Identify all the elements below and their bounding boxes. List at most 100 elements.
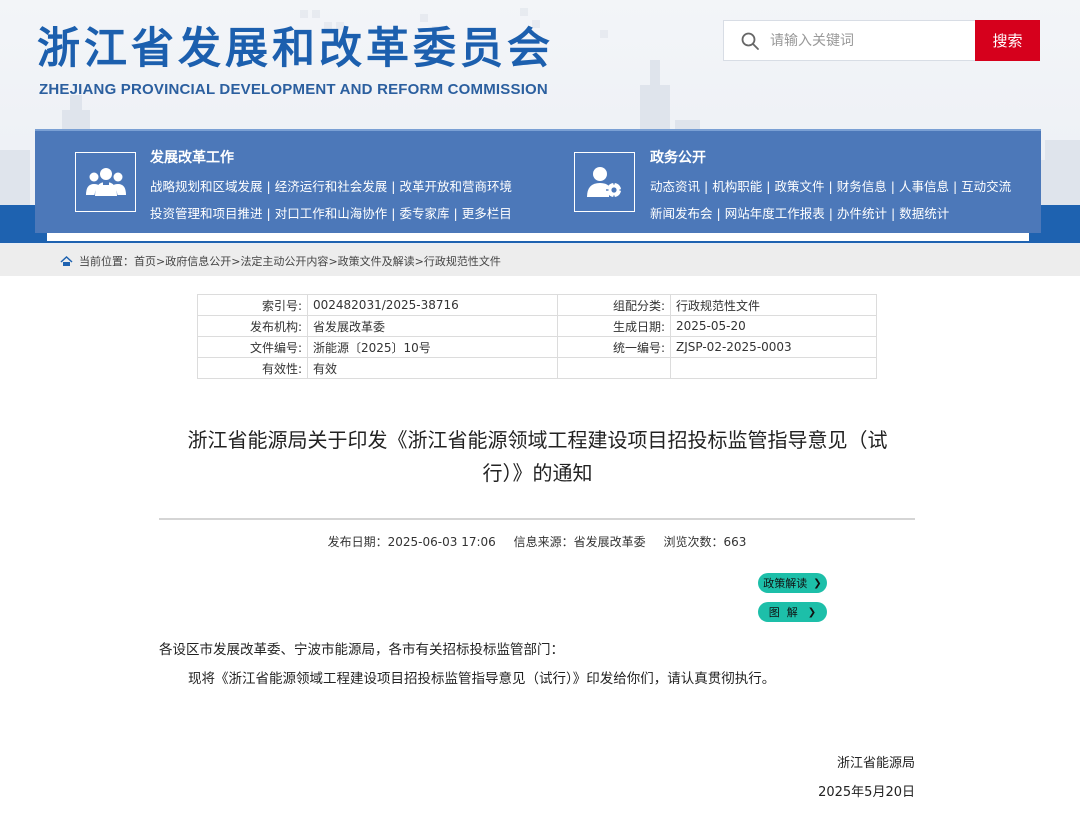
nav-line: 战略规划和区域发展 | 经济运行和社会发展 | 改革开放和营商环境 — [150, 176, 512, 195]
graphic-interpretation-button[interactable]: 图 解 ❯ — [758, 602, 827, 622]
breadcrumb-separator: > — [328, 254, 338, 268]
nav-group-icon-box[interactable] — [75, 152, 136, 212]
nav-link[interactable]: 改革开放和营商环境 — [399, 179, 512, 194]
meta-key: 索引号: — [197, 294, 308, 316]
user-gear-icon — [586, 167, 622, 198]
nav-link[interactable]: 新闻发布会 — [650, 206, 713, 221]
search-input[interactable] — [770, 32, 960, 49]
info-source: 信息来源：省发展改革委 — [513, 535, 646, 549]
policy-interpretation-label: 政策解读 — [763, 577, 808, 590]
meta-value: 省发展改革委 — [307, 315, 558, 337]
nav-link[interactable]: 投资管理和项目推进 — [150, 206, 263, 221]
nav-separator: | — [828, 206, 833, 221]
nav-link[interactable]: 机构职能 — [712, 179, 762, 194]
meta-key: 文件编号: — [197, 336, 308, 358]
breadcrumb-separator: > — [414, 254, 424, 268]
nav-separator: | — [716, 206, 721, 221]
article-body: 现将《浙江省能源领域工程建设项目招投标监管指导意见（试行）》印发给你们，请认真贯… — [188, 671, 776, 687]
breadcrumb-item-public-content[interactable]: 法定主动公开内容 — [240, 253, 328, 269]
nav-separator: | — [766, 179, 771, 194]
nav-group-title[interactable]: 政务公开 — [650, 147, 706, 167]
nav-group-reform-work: 发展改革工作 战略规划和区域发展 | 经济运行和社会发展 | 改革开放和营商环境 投资管… — [35, 131, 535, 235]
meta-value: 002482031/2025-38716 — [307, 294, 558, 316]
nav-panel-underline — [47, 233, 1029, 241]
nav-link[interactable]: 战略规划和区域发展 — [150, 179, 263, 194]
breadcrumb: 当前位置： 首页 > 政府信息公开 > 法定主动公开内容 > 政策文件及解读 > 行政规… — [60, 253, 501, 269]
people-icon — [85, 168, 126, 196]
nav-link[interactable]: 数据统计 — [899, 206, 949, 221]
document-meta-table: 索引号: 002482031/2025-38716 组配分类: 行政规范性文件 … — [197, 294, 877, 379]
breadcrumb-item-home[interactable]: 首页 — [134, 253, 156, 269]
table-row: 有效性: 有效 — [197, 357, 877, 379]
nav-link[interactable]: 网站年度工作报表 — [725, 206, 825, 221]
meta-key: 有效性: — [197, 357, 308, 379]
meta-value: 浙能源〔2025〕10号 — [307, 336, 558, 358]
breadcrumb-separator: > — [156, 254, 166, 268]
nav-link[interactable]: 经济运行和社会发展 — [275, 179, 388, 194]
meta-value: 行政规范性文件 — [670, 294, 877, 316]
nav-link[interactable]: 人事信息 — [899, 179, 949, 194]
nav-separator: | — [453, 206, 458, 221]
meta-key — [557, 357, 671, 379]
breadcrumb-label: 当前位置： — [79, 255, 134, 268]
table-row: 文件编号: 浙能源〔2025〕10号 统一编号: ZJSP-02-2025-00… — [197, 336, 877, 358]
nav-separator: | — [952, 179, 958, 194]
nav-link[interactable]: 更多栏目 — [462, 206, 512, 221]
breadcrumb-bar: 当前位置： 首页 > 政府信息公开 > 法定主动公开内容 > 政策文件及解读 > 行政规… — [0, 245, 1080, 276]
article-title: 浙江省能源局关于印发《浙江省能源领域工程建设项目招投标监管指导意见（试 行）》的… — [160, 424, 915, 490]
search-icon — [741, 32, 759, 50]
breadcrumb-separator: > — [231, 254, 241, 268]
meta-value: 有效 — [307, 357, 558, 379]
breadcrumb-item-gov-info[interactable]: 政府信息公开 — [165, 253, 231, 269]
sign-date: 2025年5月20日 — [818, 785, 915, 800]
article-title-line: 浙江省能源局关于印发《浙江省能源领域工程建设项目招投标监管指导意见（试 — [187, 428, 888, 452]
table-row: 索引号: 002482031/2025-38716 组配分类: 行政规范性文件 — [197, 294, 877, 316]
search-box — [723, 20, 976, 61]
meta-value: ZJSP-02-2025-0003 — [670, 336, 877, 358]
nav-group-title[interactable]: 发展改革工作 — [150, 147, 234, 167]
meta-value — [670, 357, 877, 379]
publish-date: 发布日期：2025-06-03 17:06 — [327, 535, 496, 549]
nav-separator: | — [266, 206, 271, 221]
article-title-line: 行）》的通知 — [482, 461, 593, 485]
nav-line: 动态资讯 | 机构职能 | 政策文件 | 财务信息 | 人事信息 | 互动交流 — [650, 176, 1011, 195]
breadcrumb-item-policy-docs[interactable]: 政策文件及解读 — [338, 253, 415, 269]
breadcrumb-item-normative-docs[interactable]: 行政规范性文件 — [424, 253, 501, 269]
graphic-interpretation-label: 图 解 — [768, 606, 798, 619]
nav-link[interactable]: 政策文件 — [774, 179, 824, 194]
nav-separator: | — [391, 179, 396, 194]
view-count: 浏览次数：663 — [663, 535, 747, 549]
table-row: 发布机构: 省发展改革委 生成日期: 2025-05-20 — [197, 315, 877, 337]
nav-link[interactable]: 办件统计 — [837, 206, 887, 221]
nav-line: 新闻发布会 | 网站年度工作报表 | 办件统计 | 数据统计 — [650, 203, 949, 222]
article-salutation: 各设区市发展改革委、宁波市能源局，各市有关招标投标监管部门： — [159, 642, 564, 658]
chevron-right-icon: ❯ — [813, 577, 822, 589]
signer: 浙江省能源局 — [836, 756, 915, 771]
nav-link[interactable]: 委专家库 — [399, 206, 449, 221]
article-meta: 发布日期：2025-06-03 17:06 信息来源：省发展改革委 浏览次数：6… — [159, 533, 915, 550]
nav-group-icon-box[interactable] — [574, 152, 635, 212]
meta-key: 生成日期: — [557, 315, 671, 337]
nav-separator: | — [890, 206, 896, 221]
site-title[interactable]: 浙江省发展和改革委员会 — [37, 14, 554, 76]
title-divider — [159, 518, 915, 520]
home-icon — [60, 255, 73, 266]
policy-interpretation-button[interactable]: 政策解读 ❯ — [758, 573, 827, 593]
nav-separator: | — [391, 206, 396, 221]
nav-link[interactable]: 动态资讯 — [650, 179, 700, 194]
nav-separator: | — [890, 179, 895, 194]
nav-panel: 发展改革工作 战略规划和区域发展 | 经济运行和社会发展 | 改革开放和营商环境 投资管… — [35, 129, 1041, 233]
nav-link[interactable]: 财务信息 — [837, 179, 887, 194]
search-button[interactable]: 搜索 — [975, 20, 1040, 61]
meta-key: 统一编号: — [557, 336, 671, 358]
meta-key: 发布机构: — [197, 315, 308, 337]
nav-link[interactable]: 对口工作和山海协作 — [275, 206, 388, 221]
nav-separator: | — [828, 179, 833, 194]
site-subtitle: ZHEJIANG PROVINCIAL DEVELOPMENT AND REFO… — [39, 81, 548, 98]
nav-separator: | — [266, 179, 271, 194]
chevron-right-icon: ❯ — [807, 606, 817, 618]
nav-link[interactable]: 互动交流 — [961, 179, 1011, 194]
nav-separator: | — [704, 179, 709, 194]
meta-value: 2025-05-20 — [670, 315, 877, 337]
meta-key: 组配分类: — [557, 294, 671, 316]
